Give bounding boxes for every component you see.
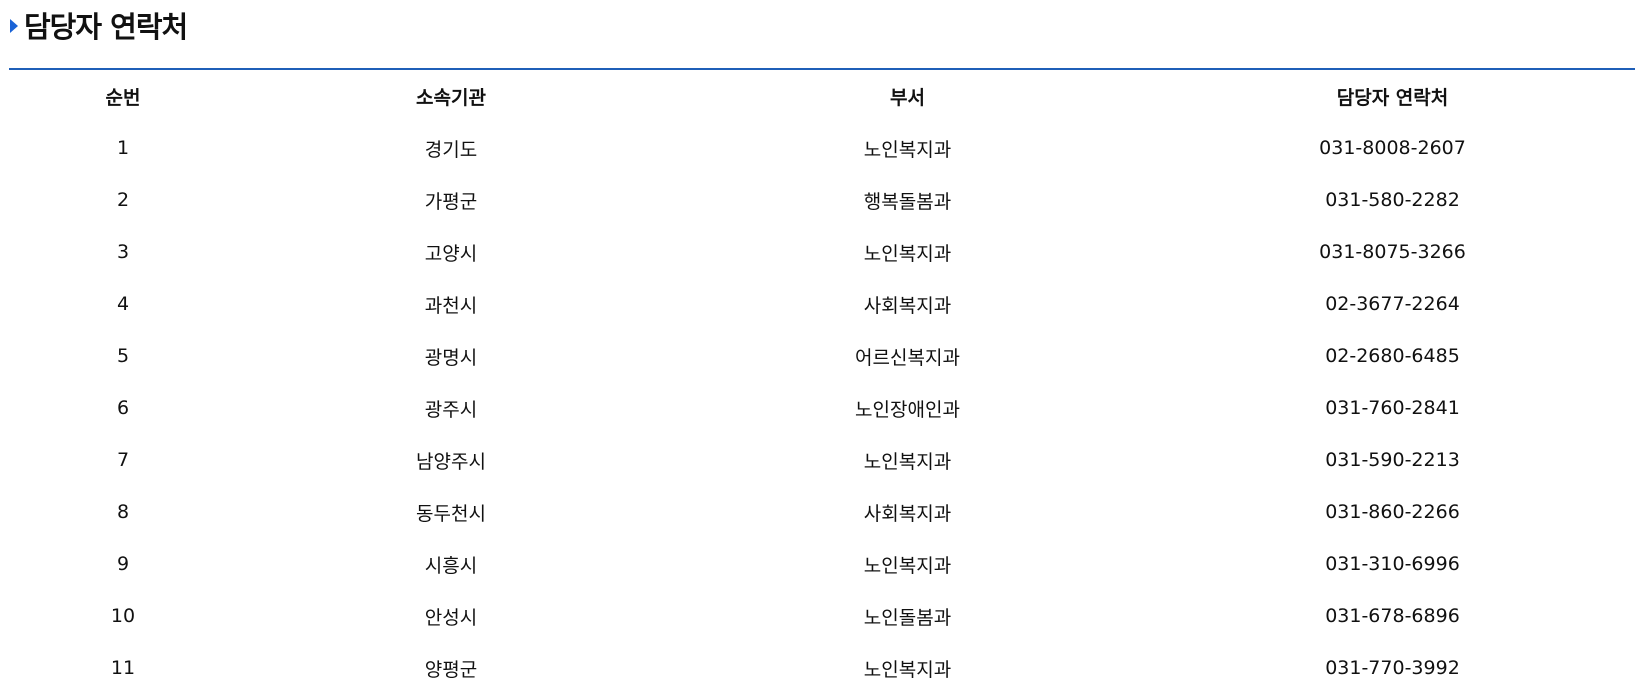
- column-header-agency: 소속기관: [416, 86, 486, 109]
- cell-phone: 031-580-2282: [1325, 189, 1460, 211]
- cell-index: 8: [116, 501, 130, 523]
- table-row: 2 가평군 행복돌봄과 031-580-2282: [9, 174, 1635, 226]
- table-row: 11 양평군 노인복지과 031-770-3992: [9, 642, 1635, 694]
- cell-agency: 광주시: [424, 398, 478, 421]
- cell-index: 10: [110, 605, 136, 627]
- cell-agency: 고양시: [424, 242, 478, 265]
- cell-phone: 02-3677-2264: [1325, 293, 1460, 315]
- table-row: 8 동두천시 사회복지과 031-860-2266: [9, 486, 1635, 538]
- cell-agency: 경기도: [424, 138, 478, 161]
- cell-agency: 남양주시: [416, 450, 486, 473]
- cell-department: 노인복지과: [863, 450, 952, 473]
- section-title: 담당자 연락처: [24, 10, 188, 44]
- cell-phone: 031-770-3992: [1325, 657, 1460, 679]
- cell-index: 9: [116, 553, 130, 575]
- column-header-contact: 담당자 연락처: [1336, 86, 1449, 109]
- cell-index: 7: [116, 449, 130, 471]
- cell-department: 행복돌봄과: [863, 190, 952, 213]
- cell-phone: 02-2680-6485: [1325, 345, 1460, 367]
- cell-index: 4: [116, 293, 130, 315]
- cell-index: 1: [116, 137, 130, 159]
- table-row: 5 광명시 어르신복지과 02-2680-6485: [9, 330, 1635, 382]
- table-row: 4 과천시 사회복지과 02-3677-2264: [9, 278, 1635, 330]
- cell-index: 5: [116, 345, 130, 367]
- section-header: 담당자 연락처: [10, 0, 188, 50]
- cell-index: 11: [110, 657, 136, 679]
- cell-agency: 광명시: [424, 346, 478, 369]
- table-row: 10 안성시 노인돌봄과 031-678-6896: [9, 590, 1635, 642]
- cell-phone: 031-310-6996: [1325, 553, 1460, 575]
- cell-department: 노인복지과: [863, 658, 952, 681]
- cell-department: 노인돌봄과: [863, 606, 952, 629]
- column-header-index: 순번: [105, 86, 141, 109]
- cell-phone: 031-760-2841: [1325, 397, 1460, 419]
- cell-index: 2: [116, 189, 130, 211]
- cell-phone: 031-860-2266: [1325, 501, 1460, 523]
- column-header-department: 부서: [890, 86, 925, 109]
- cell-department: 노인복지과: [863, 554, 952, 577]
- table-header-row: 순번 소속기관 부서 담당자 연락처: [9, 70, 1635, 122]
- table-row: 9 시흥시 노인복지과 031-310-6996: [9, 538, 1635, 590]
- table-row: 7 남양주시 노인복지과 031-590-2213: [9, 434, 1635, 486]
- cell-department: 사회복지과: [863, 294, 952, 317]
- cell-phone: 031-678-6896: [1325, 605, 1460, 627]
- cell-index: 6: [116, 397, 130, 419]
- contacts-table: 순번 소속기관 부서 담당자 연락처 1 경기도 노인복지과 031-8008-…: [9, 70, 1635, 694]
- cell-department: 어르신복지과: [855, 346, 960, 369]
- table-row: 1 경기도 노인복지과 031-8008-2607: [9, 122, 1635, 174]
- cell-phone: 031-590-2213: [1325, 449, 1460, 471]
- cell-department: 노인장애인과: [855, 398, 960, 421]
- bullet-triangle-icon: [10, 19, 18, 33]
- cell-agency: 안성시: [424, 606, 478, 629]
- cell-agency: 가평군: [424, 190, 478, 213]
- table-row: 6 광주시 노인장애인과 031-760-2841: [9, 382, 1635, 434]
- cell-agency: 과천시: [424, 294, 478, 317]
- cell-department: 사회복지과: [863, 502, 952, 525]
- cell-agency: 시흥시: [424, 554, 478, 577]
- cell-phone: 031-8075-3266: [1319, 241, 1466, 263]
- table-row: 3 고양시 노인복지과 031-8075-3266: [9, 226, 1635, 278]
- cell-phone: 031-8008-2607: [1319, 137, 1466, 159]
- cell-agency: 동두천시: [416, 502, 486, 525]
- cell-department: 노인복지과: [863, 138, 952, 161]
- cell-index: 3: [116, 241, 130, 263]
- cell-department: 노인복지과: [863, 242, 952, 265]
- cell-agency: 양평군: [424, 658, 478, 681]
